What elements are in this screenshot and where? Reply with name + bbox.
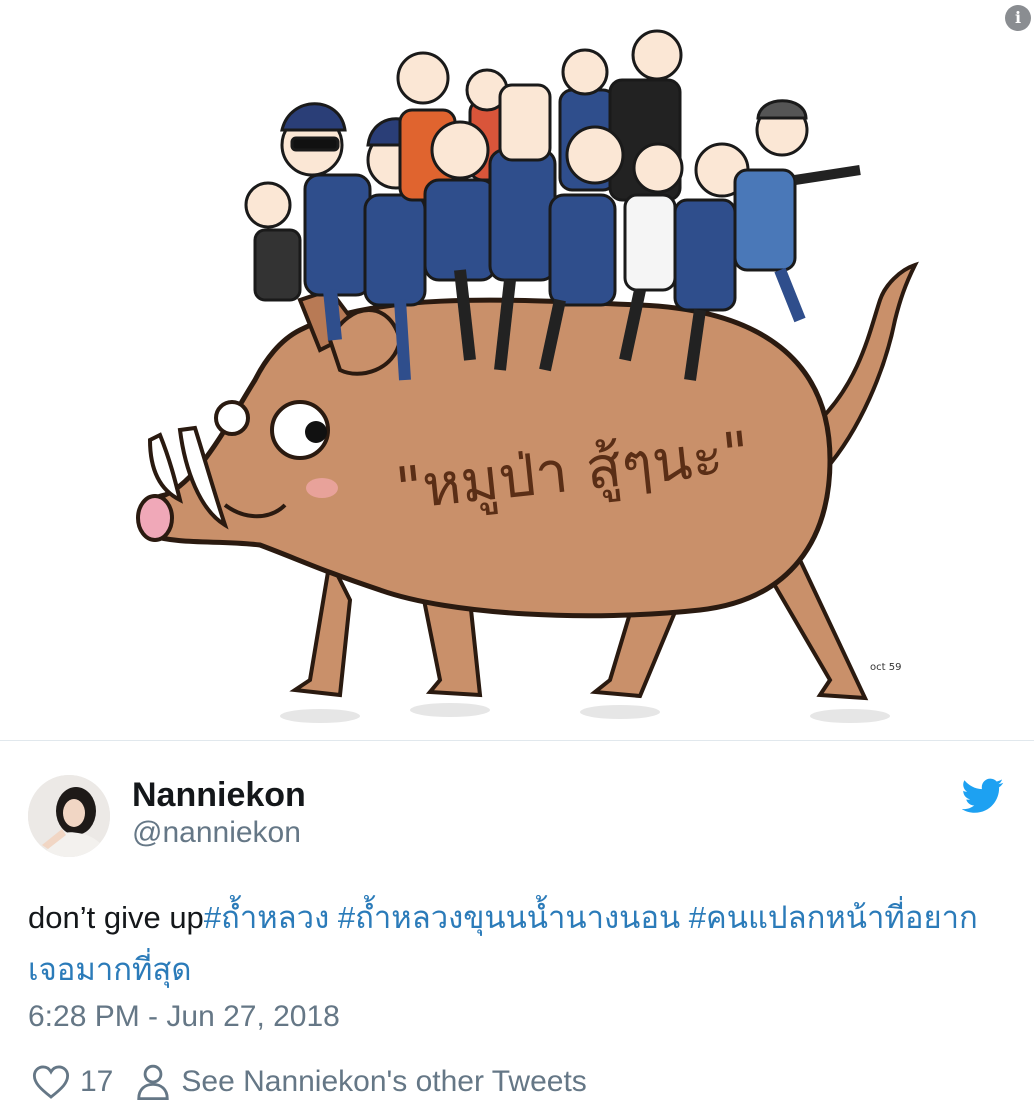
tweet-text-plain: don’t give up xyxy=(28,900,204,935)
boar-illustration: "หมูป่า สู้ๆนะ" oct 59 xyxy=(136,29,919,723)
person-icon[interactable] xyxy=(135,1063,171,1101)
artist-signature: oct 59 xyxy=(870,662,901,673)
tweet-text: don’t give up#ถ้ำหลวง #ถ้ำหลวงขุนนน้ำนาง… xyxy=(28,892,1018,996)
see-other-tweets-link[interactable]: See Nanniekon's other Tweets xyxy=(181,1065,586,1099)
avatar[interactable] xyxy=(28,775,110,857)
like-count: 17 xyxy=(80,1065,114,1098)
heart-icon[interactable] xyxy=(32,1064,70,1100)
info-icon[interactable]: i xyxy=(1005,5,1031,31)
timestamp[interactable]: 6:28 PM - Jun 27, 2018 xyxy=(28,1000,340,1034)
hashtag-link[interactable]: #ถ้ำหลวงขุนนน้ำนางนอน xyxy=(338,900,680,935)
tweet-media-image[interactable]: "หมูป่า สู้ๆนะ" oct 59 i xyxy=(0,0,1034,740)
twitter-bird-icon[interactable] xyxy=(962,778,1004,814)
handle[interactable]: @nanniekon xyxy=(132,816,301,850)
display-name[interactable]: Nanniekon xyxy=(132,776,306,815)
avatar-image xyxy=(28,775,110,857)
divider xyxy=(0,740,1034,741)
tweet-actions: 17 See Nanniekon's other Tweets xyxy=(32,1062,587,1102)
hashtag-link[interactable]: #ถ้ำหลวง xyxy=(204,900,329,935)
